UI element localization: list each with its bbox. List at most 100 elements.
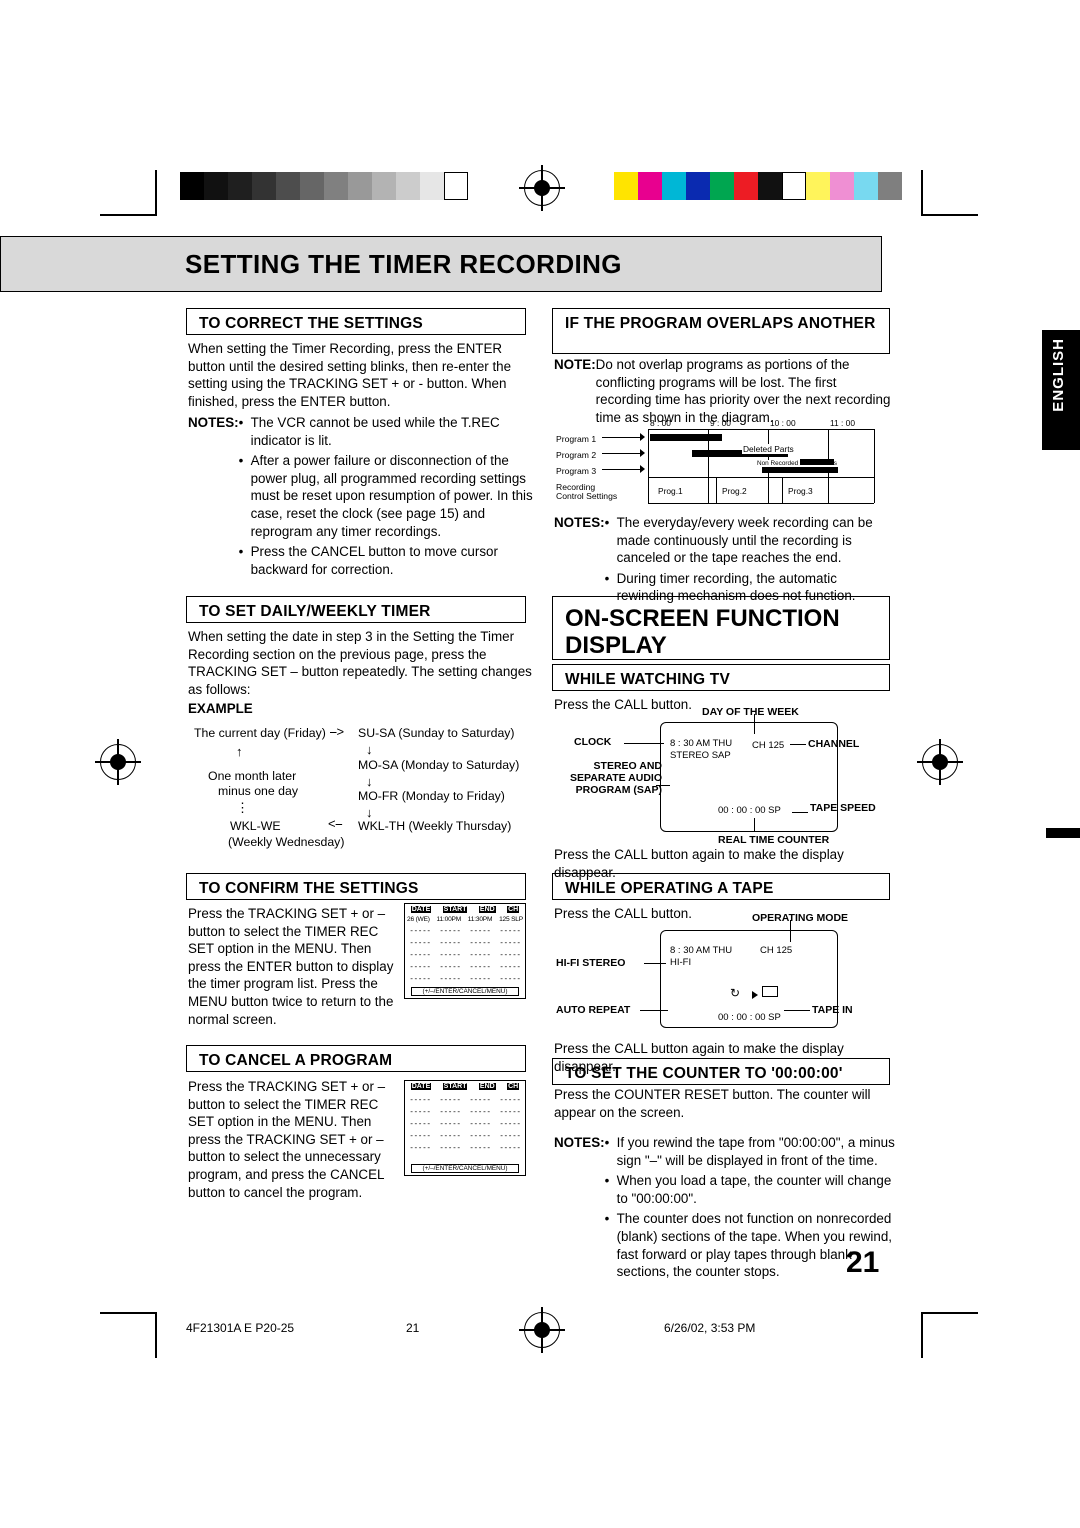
menu-header-row: DATE START END CH bbox=[410, 906, 520, 913]
grid-line bbox=[648, 477, 874, 478]
callout-clock: CLOCK bbox=[574, 736, 612, 748]
prog-label: Prog.1 bbox=[658, 486, 683, 496]
callout-line bbox=[656, 785, 670, 786]
example-label: EXAMPLE bbox=[188, 701, 253, 716]
callout-channel: CHANNEL bbox=[808, 738, 860, 750]
deleted-region bbox=[800, 459, 834, 465]
grid-line bbox=[648, 429, 649, 503]
flow-one-month-a: One month later bbox=[208, 769, 297, 783]
callout-line bbox=[784, 1010, 810, 1011]
callout-real-time-counter: REAL TIME COUNTER bbox=[718, 834, 830, 846]
section-daily-weekly: TO SET DAILY/WEEKLY TIMER bbox=[186, 596, 526, 623]
menu-thumbnail-confirm: DATE START END CH 26 (WE) 11:00PM 11:30P… bbox=[404, 903, 526, 999]
overlap-note: NOTE: Do not overlap programs as portion… bbox=[554, 356, 894, 426]
overlap-timing-diagram: 8 : 00 9 : 00 10 : 00 11 : 00 Program 1 … bbox=[556, 418, 886, 510]
tick-label: 10 : 00 bbox=[770, 418, 796, 428]
overlap-notes: NOTES: • The everyday/every week recordi… bbox=[554, 514, 894, 605]
registration-mark-left bbox=[95, 739, 141, 785]
callout-line bbox=[790, 920, 791, 942]
section-daily-weekly-title: TO SET DAILY/WEEKLY TIMER bbox=[199, 603, 431, 620]
menu-row-empty: - - - - -- - - - -- - - - -- - - - - bbox=[410, 950, 520, 959]
page-title: SETTING THE TIMER RECORDING bbox=[185, 249, 622, 279]
row-arrow bbox=[602, 437, 642, 438]
grid-line bbox=[648, 429, 874, 430]
color-swatches bbox=[614, 172, 902, 200]
correct-settings-notes: NOTES: • The VCR cannot be used while th… bbox=[188, 415, 533, 577]
diagram-recording-sublabel: Control Settings bbox=[556, 491, 618, 501]
section-while-operating-tape: WHILE OPERATING A TAPE bbox=[552, 873, 890, 900]
menu-row-empty: - - - - -- - - - -- - - - -- - - - - bbox=[410, 1119, 520, 1128]
language-tab-label: ENGLISH bbox=[1050, 338, 1067, 412]
registration-mark-right bbox=[917, 739, 963, 785]
callout-auto-repeat: AUTO REPEAT bbox=[556, 1004, 631, 1016]
menu-header-row: DATE START END CH bbox=[410, 1083, 520, 1090]
correct-settings-body: When setting the Timer Recording, press … bbox=[188, 341, 512, 409]
crop-mark-bottom-left-v bbox=[155, 1312, 157, 1358]
menu-row-empty: - - - - -- - - - -- - - - -- - - - - bbox=[410, 962, 520, 971]
section-set-counter-title: TO SET THE COUNTER TO '00:00:00' bbox=[565, 1065, 843, 1082]
crop-mark-top-right-v bbox=[921, 170, 923, 216]
note-item: After a power failure or disconnection o… bbox=[250, 453, 533, 539]
callout-line bbox=[754, 818, 755, 832]
menu-row-empty: - - - - -- - - - -- - - - -- - - - - bbox=[410, 974, 520, 983]
section-set-counter: TO SET THE COUNTER TO '00:00:00' bbox=[552, 1058, 890, 1085]
auto-repeat-icon: ↻ bbox=[730, 986, 741, 1000]
diagram-row-label: Program 3 bbox=[556, 466, 597, 476]
deleted-parts-label: Deleted Parts bbox=[742, 444, 795, 454]
callout-line bbox=[624, 743, 664, 744]
flow-wkl-th: WKL-TH (Weekly Thursday) bbox=[358, 819, 512, 833]
flow-arrow-1: ⎯> bbox=[330, 724, 345, 739]
menu-row-empty: - - - - -- - - - -- - - - -- - - - - bbox=[410, 1107, 520, 1116]
callout-day-of-week: DAY OF THE WEEK bbox=[702, 706, 799, 718]
page-title-bar: SETTING THE TIMER RECORDING bbox=[0, 236, 882, 292]
section-osd-title: ON-SCREEN FUNCTION DISPLAY bbox=[565, 605, 840, 659]
document-page: SETTING THE TIMER RECORDING ENGLISH TO C… bbox=[0, 0, 1080, 1528]
callout-tape-speed: TAPE SPEED bbox=[810, 802, 876, 814]
note-item: The everyday/every week recording can be… bbox=[616, 515, 873, 566]
footer-center: 21 bbox=[406, 1321, 420, 1335]
osd-tape-hifi-value: HI-FI bbox=[670, 957, 692, 968]
page-number: 21 bbox=[846, 1246, 880, 1279]
grid-line bbox=[874, 429, 875, 503]
section-correct-settings: TO CORRECT THE SETTINGS bbox=[186, 308, 526, 335]
callout-line bbox=[790, 744, 806, 745]
registration-mark-bottom bbox=[519, 1307, 565, 1353]
section-confirm-settings: TO CONFIRM THE SETTINGS bbox=[186, 873, 526, 900]
crop-mark-bottom-left bbox=[100, 1312, 156, 1314]
tick-label: 9 : 00 bbox=[710, 418, 731, 428]
flow-wkl-we-sub: (Weekly Wednesday) bbox=[228, 835, 345, 849]
menu-row-empty: - - - - -- - - - -- - - - -- - - - - bbox=[410, 926, 520, 935]
note-label: NOTE: bbox=[554, 357, 596, 372]
prog-label: Prog.3 bbox=[788, 486, 813, 496]
osd-audio-value: STEREO SAP bbox=[670, 750, 731, 761]
note-item: If you rewind the tape from "00:00:00", … bbox=[616, 1135, 895, 1168]
section-program-overlaps: IF THE PROGRAM OVERLAPS ANOTHER bbox=[552, 308, 890, 354]
section-while-operating-tape-title: WHILE OPERATING A TAPE bbox=[565, 880, 774, 897]
callout-operating-mode: OPERATING MODE bbox=[752, 912, 849, 924]
footer-left: 4F21301A E P20-25 bbox=[186, 1321, 295, 1335]
section-correct-settings-title: TO CORRECT THE SETTINGS bbox=[199, 315, 423, 332]
footer-right: 6/26/02, 3:53 PM bbox=[664, 1321, 756, 1335]
registration-mark-top bbox=[519, 165, 565, 211]
crop-mark-top-left bbox=[100, 214, 156, 216]
flow-wkl-we: WKL-WE bbox=[230, 819, 281, 833]
arrow-head bbox=[640, 465, 645, 473]
grid-line bbox=[648, 503, 874, 504]
diagram-row-label: Program 2 bbox=[556, 450, 597, 460]
tape-in-icon bbox=[762, 986, 778, 997]
play-icon bbox=[752, 991, 758, 999]
crop-mark-bottom-right-v bbox=[921, 1312, 923, 1358]
osd-counter-value: 00 : 00 : 00 SP bbox=[718, 805, 781, 816]
prog-divider bbox=[716, 477, 717, 503]
tick-label: 8 : 00 bbox=[650, 418, 671, 428]
notes-label: NOTES: bbox=[188, 415, 239, 430]
callout-line bbox=[640, 1010, 668, 1011]
grayscale-swatches bbox=[180, 172, 468, 200]
menu-row-empty: - - - - -- - - - -- - - - -- - - - - bbox=[410, 1143, 520, 1152]
flow-arrow-7: ⋮ bbox=[236, 800, 249, 815]
section-while-watching-tv: WHILE WATCHING TV bbox=[552, 664, 890, 691]
flow-one-month-b: minus one day bbox=[218, 784, 298, 798]
note-text: Do not overlap programs as portions of t… bbox=[595, 357, 891, 425]
note-item: Press the CANCEL button to move cursor b… bbox=[250, 544, 498, 577]
osd-tape-channel-value: CH 125 bbox=[760, 945, 793, 956]
